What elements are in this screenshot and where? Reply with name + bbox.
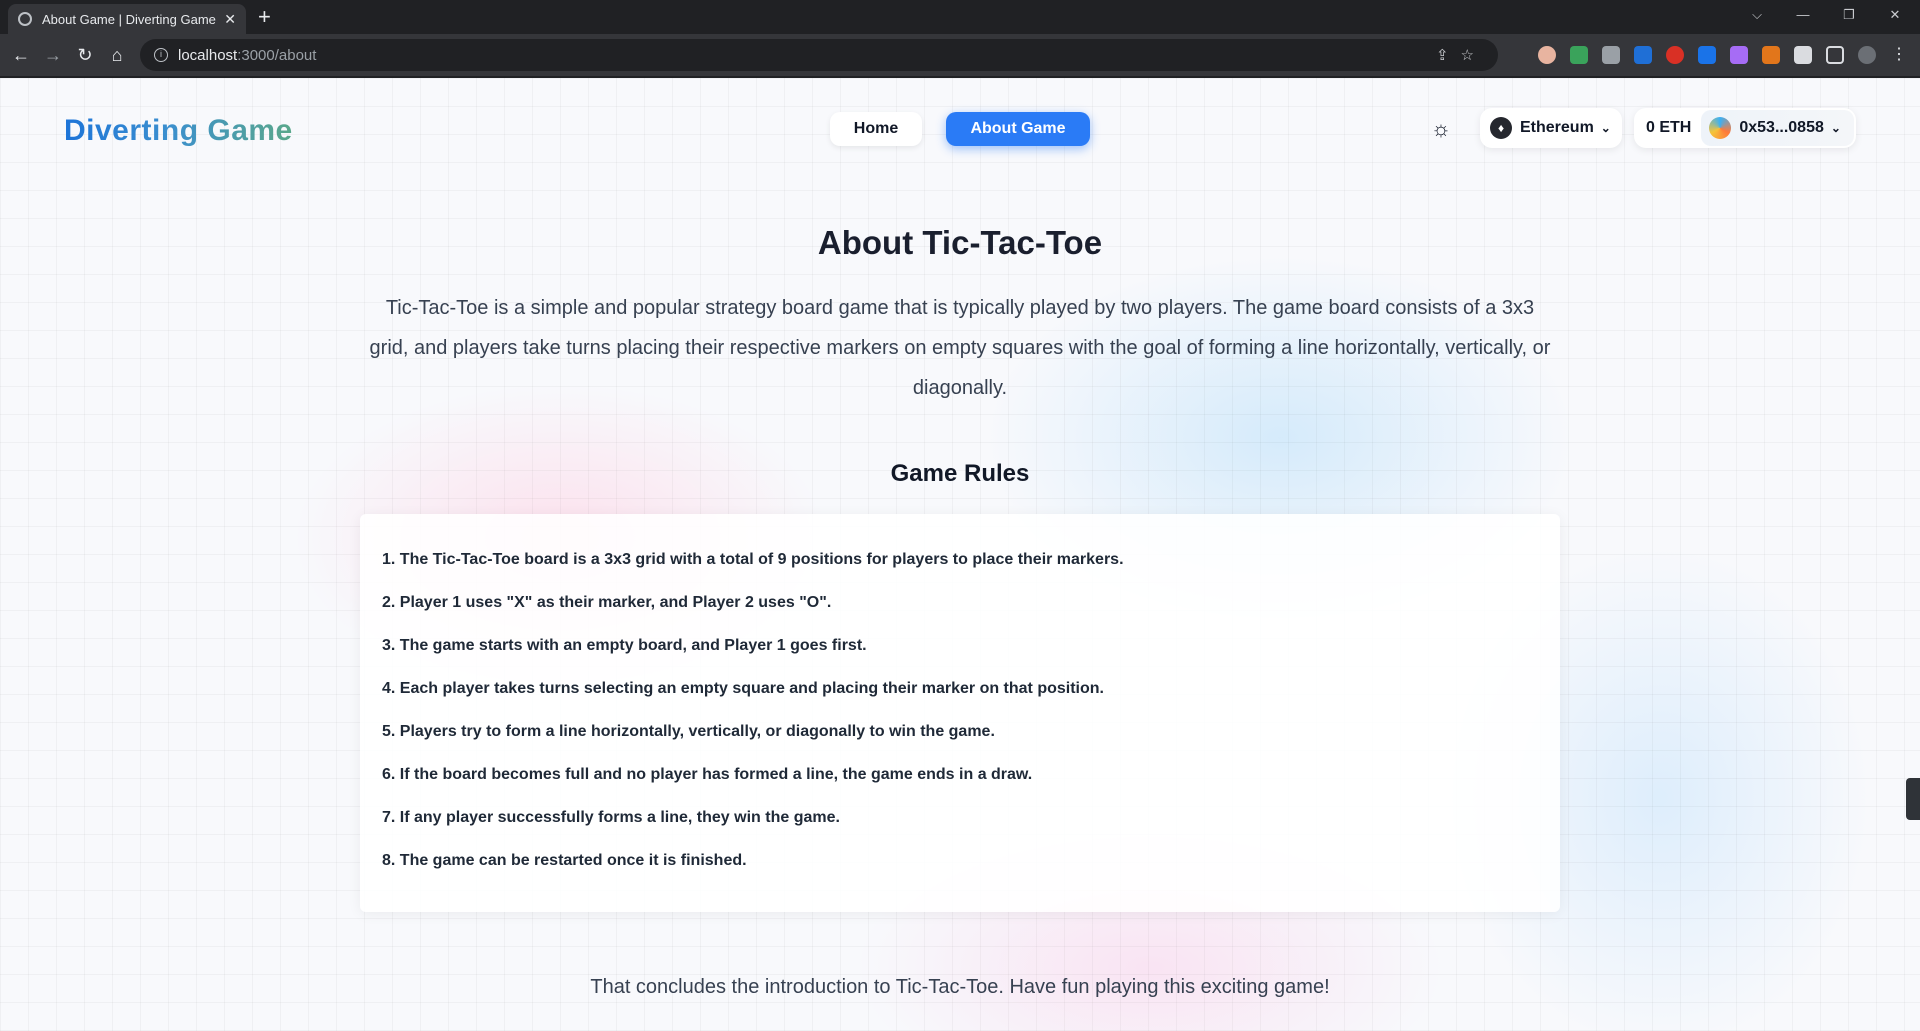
side-panel-icon[interactable] (1826, 46, 1844, 64)
rule-item: 5. Players try to form a line horizontal… (382, 723, 995, 740)
tab-title: About Game | Diverting Game (42, 11, 216, 27)
reload-icon[interactable]: ↻ (72, 42, 98, 68)
home-icon[interactable]: ⌂ (104, 42, 130, 68)
browser-tab-bar: About Game | Diverting Game ✕ + ⌵ — ❐ ✕ (0, 0, 1920, 34)
rule-item: 7. If any player successfully forms a li… (382, 809, 840, 826)
address-bar[interactable]: i localhost:3000/about ⇪☆ (140, 39, 1498, 71)
puzzle-icon[interactable] (1794, 46, 1812, 64)
rule-item: 4. Each player takes turns selecting an … (382, 680, 1104, 697)
new-tab-button[interactable]: + (258, 4, 271, 30)
balance-label: 0 ETH (1646, 119, 1692, 136)
extension-icon[interactable] (1634, 46, 1652, 64)
extension-icon[interactable] (1570, 46, 1588, 64)
address-pill[interactable]: 0x53...0858 ⌄ (1701, 110, 1854, 146)
rule-item: 3. The game starts with an empty board, … (382, 637, 867, 654)
bookmark-star-icon[interactable]: ⇪☆ (1436, 46, 1486, 64)
page-content: Diverting Game Home About Game ☼ ♦ Ether… (0, 78, 1920, 1031)
site-info-icon[interactable]: i (154, 48, 168, 62)
rule-item: 1. The Tic-Tac-Toe board is a 3x3 grid w… (382, 551, 1124, 568)
site-logo[interactable]: Diverting Game (64, 114, 293, 148)
close-window-button[interactable]: ✕ (1872, 0, 1918, 30)
nav-home-button[interactable]: Home (830, 112, 922, 146)
extension-icon[interactable] (1666, 46, 1684, 64)
menu-dots-icon[interactable]: ⋮ (1886, 42, 1912, 68)
address-label: 0x53...0858 (1739, 119, 1824, 136)
metamask-icon[interactable] (1762, 46, 1780, 64)
profile-avatar-icon[interactable] (1858, 46, 1876, 64)
back-arrow-icon[interactable]: ← (8, 42, 34, 68)
tab-search-icon[interactable]: ⌵ (1734, 0, 1780, 30)
url-path: :3000/about (237, 46, 317, 64)
outro-paragraph: That concludes the introduction to Tic-T… (590, 976, 1330, 998)
chevron-down-icon: ⌄ (1600, 121, 1611, 135)
globe-icon (18, 12, 32, 26)
extension-icon[interactable] (1730, 46, 1748, 64)
page-title: About Tic-Tac-Toe (817, 224, 1103, 261)
scrollbar-handle[interactable] (1906, 778, 1920, 820)
url-host: localhost (178, 46, 238, 64)
close-tab-icon[interactable]: ✕ (224, 11, 236, 28)
extension-icon[interactable] (1698, 46, 1716, 64)
rule-item: 2. Player 1 uses "X" as their marker, an… (382, 594, 832, 611)
ethereum-icon: ♦ (1490, 117, 1512, 139)
sun-icon[interactable]: ☼ (1428, 116, 1454, 142)
extension-icon[interactable] (1602, 46, 1620, 64)
rules-card: 1. The Tic-Tac-Toe board is a 3x3 grid w… (360, 514, 1560, 912)
rule-item: 6. If the board becomes full and no play… (382, 766, 1033, 783)
intro-paragraph: Tic-Tac-Toe is a simple and popular stra… (369, 297, 1551, 399)
browser-tab-active[interactable]: About Game | Diverting Game ✕ (8, 4, 246, 34)
forward-arrow-icon[interactable]: → (40, 42, 66, 68)
network-label: Ethereum (1520, 119, 1594, 136)
rules-heading: Game Rules (890, 460, 1030, 487)
rules-list: 1. The Tic-Tac-Toe board is a 3x3 grid w… (360, 514, 1560, 894)
minimize-button[interactable]: — (1780, 0, 1826, 30)
extension-icon[interactable] (1538, 46, 1556, 64)
chevron-down-icon: ⌄ (1830, 121, 1841, 135)
rule-item: 8. The game can be restarted once it is … (382, 852, 747, 869)
restore-button[interactable]: ❐ (1826, 0, 1872, 30)
account-button[interactable]: 0 ETH 0x53...0858 ⌄ (1634, 108, 1856, 148)
network-selector-button[interactable]: ♦ Ethereum ⌄ (1480, 108, 1622, 148)
account-avatar (1709, 117, 1732, 139)
browser-toolbar: ← → ↻ ⌂ i localhost:3000/about ⇪☆ ⋮ (0, 34, 1920, 76)
nav-about-button[interactable]: About Game (946, 112, 1090, 146)
